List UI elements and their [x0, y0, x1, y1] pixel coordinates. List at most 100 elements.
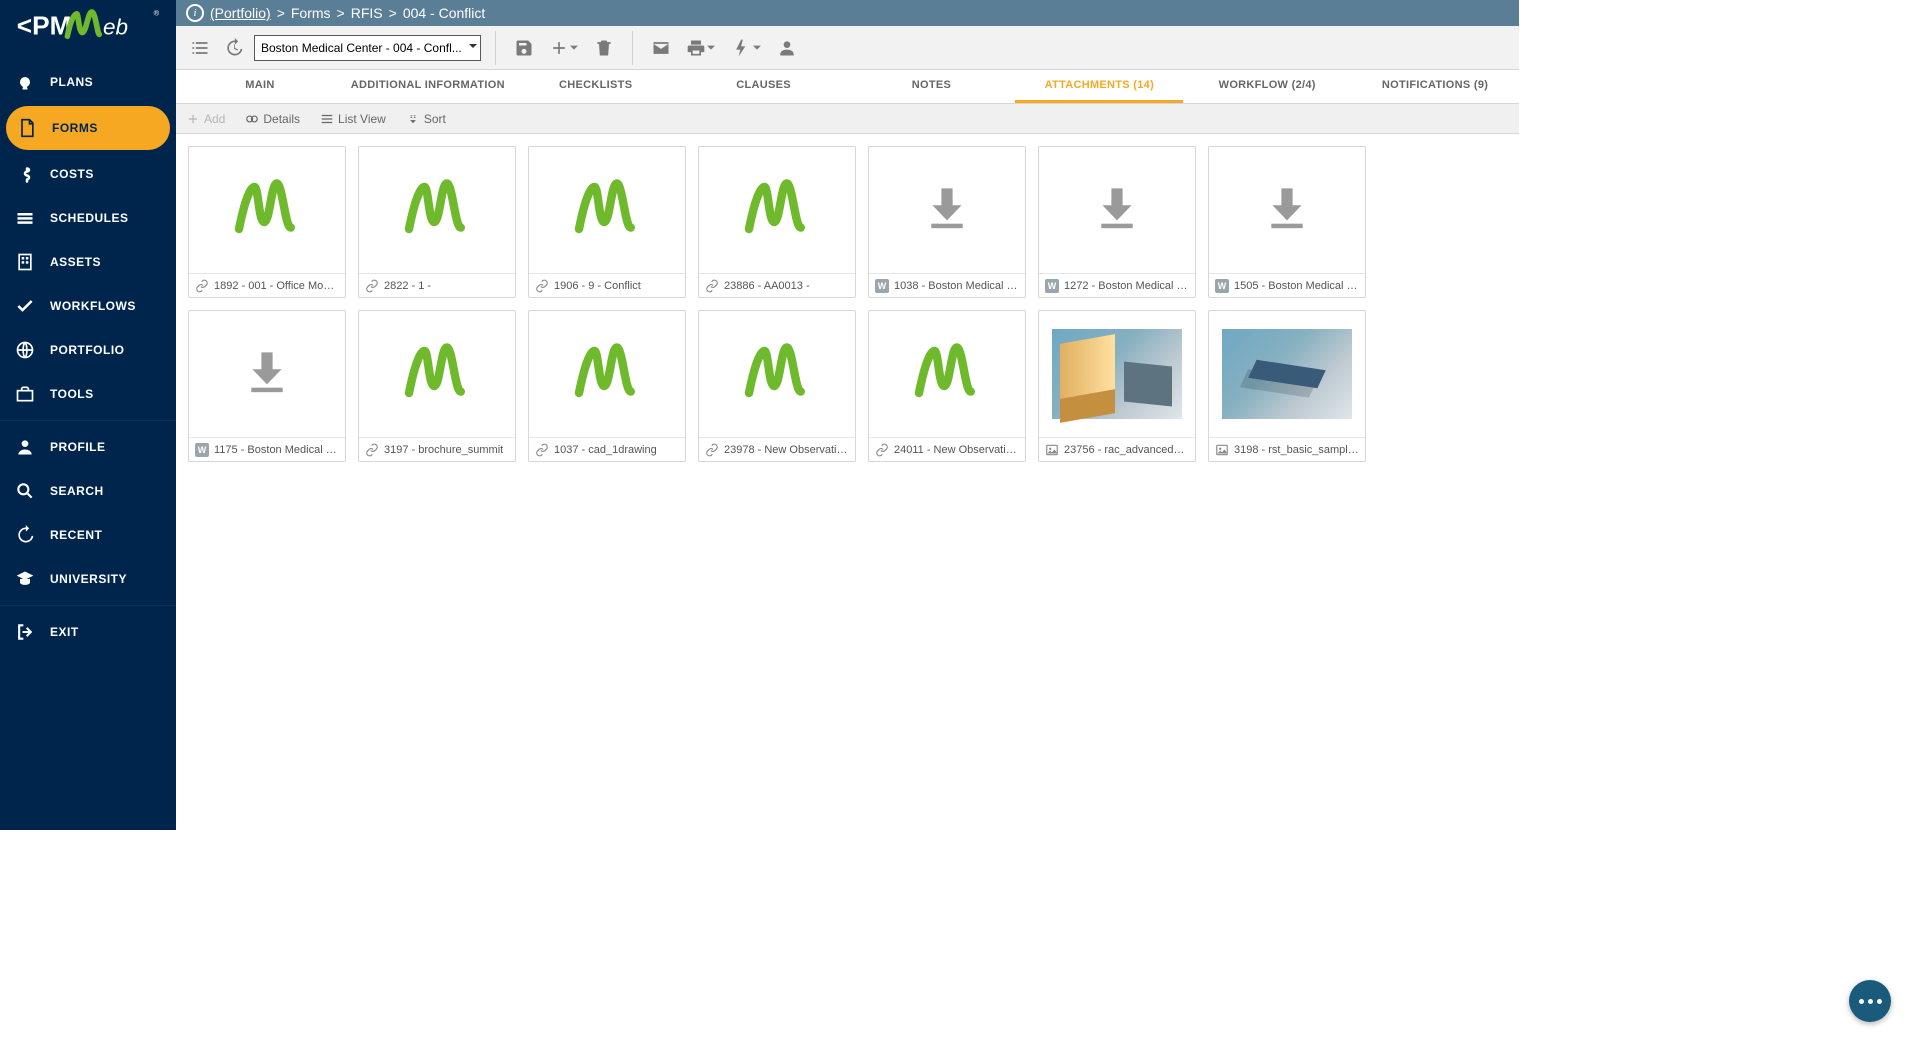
- fab-more-button[interactable]: [1849, 980, 1891, 1022]
- attachment-card[interactable]: 23978 - New Observation - ...: [698, 310, 856, 462]
- tab-ntf[interactable]: NOTIFICATIONS (9): [1351, 70, 1519, 103]
- attachment-card[interactable]: W1505 - Boston Medical Cent...: [1208, 146, 1366, 298]
- tab-att[interactable]: ATTACHMENTS (14): [1015, 70, 1183, 103]
- user-icon[interactable]: [773, 34, 801, 62]
- main-content: i (Portfolio) > Forms > RFIS > 004 - Con…: [176, 0, 1519, 830]
- sidebar-item-forms[interactable]: FORMS: [6, 106, 170, 150]
- attachment-card[interactable]: 2822 - 1 -: [358, 146, 516, 298]
- print-dropdown-icon[interactable]: [681, 34, 721, 62]
- assets-icon: [14, 251, 36, 273]
- attachment-card[interactable]: 3197 - brochure_summit: [358, 310, 516, 462]
- bolt-dropdown-icon[interactable]: [727, 34, 767, 62]
- tab-main[interactable]: MAIN: [176, 70, 344, 103]
- sidebar-item-label: SCHEDULES: [50, 211, 129, 225]
- delete-icon[interactable]: [590, 34, 618, 62]
- add-button: Add: [186, 112, 225, 126]
- download-file-icon: [1087, 180, 1147, 241]
- attachments-scroll-area[interactable]: 1892 - 001 - Office Modifica...2822 - 1 …: [176, 134, 1519, 830]
- exit-icon: [14, 621, 36, 643]
- sidebar-item-label: PLANS: [50, 75, 93, 89]
- breadcrumb-forms[interactable]: Forms: [291, 5, 331, 21]
- sidebar-item-tools[interactable]: TOOLS: [0, 372, 176, 416]
- sidebar-item-label: FORMS: [52, 121, 98, 135]
- listview-button[interactable]: List View: [320, 112, 386, 126]
- pmweb-file-icon: [572, 178, 642, 243]
- search-icon: [14, 480, 36, 502]
- sidebar-item-costs[interactable]: COSTS: [0, 152, 176, 196]
- attachment-card[interactable]: 3198 - rst_basic_sample_pr...: [1208, 310, 1366, 462]
- attachment-card[interactable]: W1038 - Boston Medical - 00...: [868, 146, 1026, 298]
- record-toolbar: Boston Medical Center - 004 - Confl...: [176, 26, 1519, 70]
- attachment-label: 1505 - Boston Medical Cent...: [1234, 280, 1359, 292]
- breadcrumb-rfis[interactable]: RFIS: [351, 5, 383, 21]
- breadcrumb-portfolio[interactable]: (Portfolio): [210, 5, 271, 21]
- link-icon: [705, 443, 719, 457]
- sidebar-item-schedules[interactable]: SCHEDULES: [0, 196, 176, 240]
- attachment-card[interactable]: 1906 - 9 - Conflict: [528, 146, 686, 298]
- sidebar-item-label: RECENT: [50, 528, 102, 542]
- workflows-icon: [14, 295, 36, 317]
- attachment-card[interactable]: 23886 - AA0013 -: [698, 146, 856, 298]
- sidebar-item-label: COSTS: [50, 167, 94, 181]
- sidebar-item-search[interactable]: SEARCH: [0, 469, 176, 513]
- sidebar-item-plans[interactable]: PLANS: [0, 60, 176, 104]
- attachment-card[interactable]: 23756 - rac_advanced_sam...: [1038, 310, 1196, 462]
- tab-cla[interactable]: CLAUSES: [680, 70, 848, 103]
- attachment-label: 1906 - 9 - Conflict: [554, 280, 641, 292]
- history-icon[interactable]: [220, 34, 248, 62]
- sidebar-item-portfolio[interactable]: PORTFOLIO: [0, 328, 176, 372]
- link-icon: [535, 279, 549, 293]
- wdoc-icon: W: [195, 443, 209, 457]
- sidebar-item-workflows[interactable]: WORKFLOWS: [0, 284, 176, 328]
- download-file-icon: [237, 344, 297, 405]
- email-icon[interactable]: [647, 34, 675, 62]
- add-dropdown-icon[interactable]: [544, 34, 584, 62]
- info-icon[interactable]: i: [186, 4, 204, 22]
- save-icon[interactable]: [510, 34, 538, 62]
- svg-text:®: ®: [154, 9, 160, 18]
- sidebar-item-label: SEARCH: [50, 484, 104, 498]
- download-file-icon: [917, 180, 977, 241]
- attachment-card[interactable]: W1175 - Boston Medical Cent...: [188, 310, 346, 462]
- list-icon[interactable]: [186, 34, 214, 62]
- sidebar-item-recent[interactable]: RECENT: [0, 513, 176, 557]
- attachment-card[interactable]: 1037 - cad_1drawing: [528, 310, 686, 462]
- link-icon: [195, 279, 209, 293]
- profile-icon: [14, 436, 36, 458]
- attachments-grid: 1892 - 001 - Office Modifica...2822 - 1 …: [188, 146, 1507, 462]
- link-icon: [365, 443, 379, 457]
- portfolio-icon: [14, 339, 36, 361]
- attachment-label: 1038 - Boston Medical - 00...: [894, 280, 1019, 292]
- sort-button[interactable]: Sort: [406, 112, 446, 126]
- pmweb-file-icon: [742, 178, 812, 243]
- sidebar-item-profile[interactable]: PROFILE: [0, 425, 176, 469]
- svg-text:<PM: <PM: [17, 10, 72, 40]
- sidebar-item-university[interactable]: UNIVERSITY: [0, 557, 176, 601]
- breadcrumb-bar: i (Portfolio) > Forms > RFIS > 004 - Con…: [176, 0, 1519, 26]
- link-icon: [535, 443, 549, 457]
- image-thumbnail: [1222, 329, 1352, 419]
- details-button[interactable]: Details: [245, 112, 300, 126]
- forms-icon: [16, 117, 38, 139]
- link-icon: [875, 443, 889, 457]
- breadcrumb-record: 004 - Conflict: [403, 5, 485, 21]
- tab-wfl[interactable]: WORKFLOW (2/4): [1183, 70, 1351, 103]
- tab-not[interactable]: NOTES: [848, 70, 1016, 103]
- brand-logo: <PM eb ®: [0, 0, 176, 50]
- tab-chk[interactable]: CHECKLISTS: [512, 70, 680, 103]
- attachment-card[interactable]: 24011 - New Observation - ...: [868, 310, 1026, 462]
- attachment-label: 1272 - Boston Medical Cent...: [1064, 280, 1189, 292]
- sidebar-item-exit[interactable]: EXIT: [0, 610, 176, 654]
- attachment-card[interactable]: W1272 - Boston Medical Cent...: [1038, 146, 1196, 298]
- attachment-card[interactable]: 1892 - 001 - Office Modifica...: [188, 146, 346, 298]
- pmweb-file-icon: [912, 342, 982, 407]
- sidebar-item-label: ASSETS: [50, 255, 101, 269]
- attachment-label: 1037 - cad_1drawing: [554, 444, 657, 456]
- pmweb-file-icon: [572, 342, 642, 407]
- record-selector[interactable]: Boston Medical Center - 004 - Confl...: [254, 35, 481, 61]
- attachment-label: 23978 - New Observation - ...: [724, 444, 849, 456]
- pmweb-file-icon: [402, 178, 472, 243]
- tab-add[interactable]: ADDITIONAL INFORMATION: [344, 70, 512, 103]
- sidebar-item-label: EXIT: [50, 625, 79, 639]
- sidebar-item-assets[interactable]: ASSETS: [0, 240, 176, 284]
